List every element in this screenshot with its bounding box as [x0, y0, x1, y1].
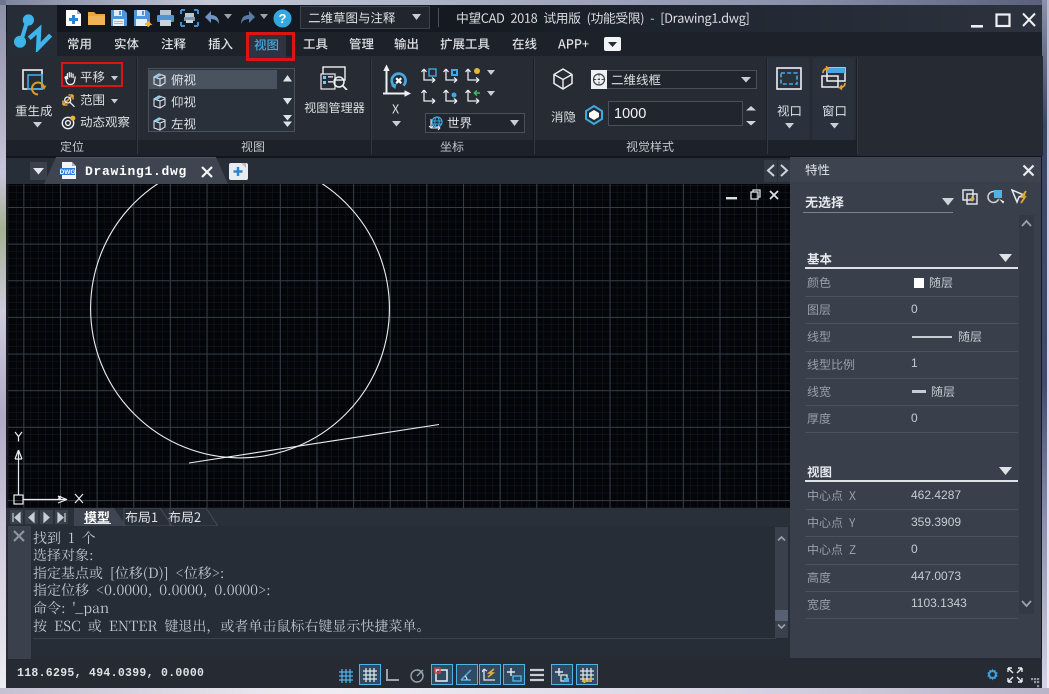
svg-text:DWG: DWG [60, 169, 75, 176]
svg-text:?: ? [279, 11, 287, 26]
